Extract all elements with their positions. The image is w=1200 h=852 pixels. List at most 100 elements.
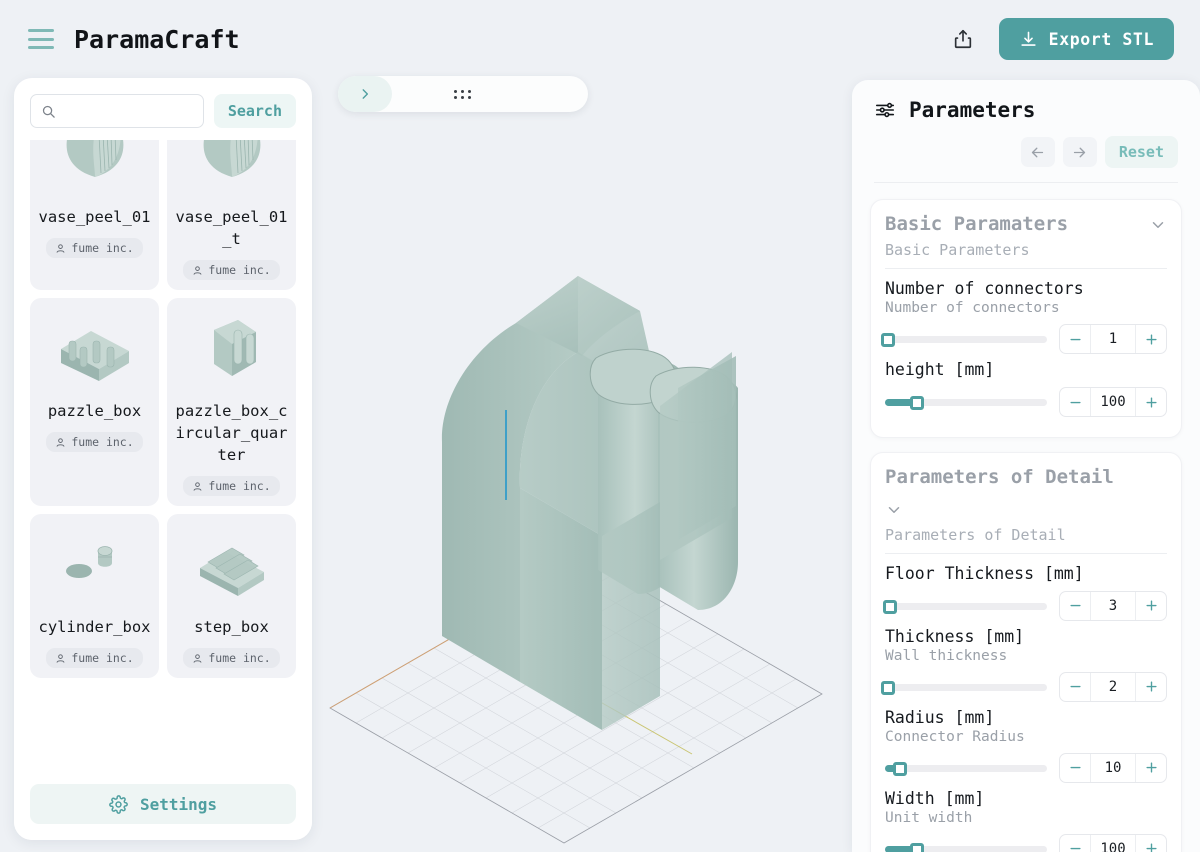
- parameter-value[interactable]: 100: [1090, 835, 1136, 852]
- increment-button[interactable]: [1136, 325, 1166, 353]
- increment-button[interactable]: [1136, 592, 1166, 620]
- model-name: pazzle_box_circular_quarter: [173, 400, 290, 466]
- model-card-grid[interactable]: vase_peel_01 fume inc. vase_peel_01_t fu…: [14, 140, 312, 774]
- parameter-stepper[interactable]: 2: [1059, 672, 1167, 702]
- model-thumbnail: [36, 522, 153, 608]
- parameter-label: Thickness [mm]: [885, 627, 1167, 646]
- arrow-left-icon[interactable]: [1021, 137, 1055, 167]
- model-card[interactable]: pazzle_box_circular_quarter fume inc.: [167, 298, 296, 506]
- arrow-right-icon[interactable]: [1063, 137, 1097, 167]
- parameter-item: Radius [mm] Connector Radius 10: [885, 708, 1167, 783]
- increment-button[interactable]: [1136, 673, 1166, 701]
- model-thumbnail: [36, 140, 153, 198]
- export-stl-button[interactable]: Export STL: [999, 18, 1174, 60]
- drag-dot: [468, 96, 471, 99]
- hamburger-icon[interactable]: [28, 29, 54, 49]
- drag-dot: [468, 90, 471, 93]
- parameter-slider[interactable]: [885, 762, 1047, 774]
- slider-track: [885, 765, 1047, 772]
- model-author: fume inc.: [71, 435, 133, 449]
- parameter-slider[interactable]: [885, 600, 1047, 612]
- parameter-stepper[interactable]: 3: [1059, 591, 1167, 621]
- parameter-slider[interactable]: [885, 396, 1047, 408]
- parameter-group: Parameters of Detail Parameters of Detai…: [870, 452, 1182, 852]
- settings-button[interactable]: Settings: [30, 784, 296, 824]
- viewport-floating-toolbar[interactable]: [338, 76, 588, 112]
- chevron-down-icon[interactable]: [1149, 216, 1167, 238]
- parameter-value[interactable]: 2: [1090, 673, 1136, 701]
- slider-track: [885, 336, 1047, 343]
- model-author-badge: fume inc.: [46, 648, 142, 668]
- parameter-description: Wall thickness: [885, 648, 1167, 664]
- decrement-button[interactable]: [1060, 592, 1090, 620]
- parameter-stepper[interactable]: 10: [1059, 753, 1167, 783]
- parameter-value[interactable]: 10: [1090, 754, 1136, 782]
- sliders-icon: [874, 99, 896, 121]
- viewport-canvas[interactable]: [320, 70, 845, 852]
- model-name: step_box: [194, 616, 269, 638]
- export-stl-label: Export STL: [1049, 30, 1154, 49]
- model-card[interactable]: vase_peel_01_t fume inc.: [167, 140, 296, 290]
- model-thumbnail: [173, 522, 290, 608]
- model-library-panel: Search vase_peel_01 fume inc. vase_peel_…: [14, 78, 312, 840]
- parameter-stepper[interactable]: 1: [1059, 324, 1167, 354]
- parameters-title: Parameters: [909, 98, 1035, 122]
- decrement-button[interactable]: [1060, 754, 1090, 782]
- slider-knob[interactable]: [910, 843, 924, 852]
- chevron-down-icon[interactable]: [885, 501, 903, 523]
- hamburger-bar: [28, 38, 54, 41]
- settings-label: Settings: [140, 795, 217, 814]
- decrement-button[interactable]: [1060, 325, 1090, 353]
- model-viewport[interactable]: [320, 70, 845, 852]
- model-card[interactable]: vase_peel_01 fume inc.: [30, 140, 159, 290]
- search-button[interactable]: Search: [214, 94, 296, 128]
- parameter-value[interactable]: 100: [1090, 388, 1136, 416]
- parameters-panel: Parameters Reset Basic Paramaters Basic …: [852, 80, 1200, 852]
- page-title: ParamaCraft: [74, 25, 240, 54]
- parameter-slider[interactable]: [885, 843, 1047, 852]
- parameter-stepper[interactable]: 100: [1059, 387, 1167, 417]
- parameter-stepper[interactable]: 100: [1059, 834, 1167, 852]
- model-name: vase_peel_01_t: [173, 206, 290, 250]
- chevron-right-icon[interactable]: [338, 76, 392, 112]
- drag-dot: [461, 90, 464, 93]
- parameter-slider[interactable]: [885, 333, 1047, 345]
- slider-knob[interactable]: [881, 681, 895, 695]
- slider-knob[interactable]: [881, 333, 895, 347]
- decrement-button[interactable]: [1060, 388, 1090, 416]
- parameter-group-title: Basic Paramaters: [885, 213, 1068, 237]
- parameter-value[interactable]: 1: [1090, 325, 1136, 353]
- parameter-group-header[interactable]: Basic Paramaters: [885, 213, 1167, 238]
- slider-knob[interactable]: [883, 600, 897, 614]
- increment-button[interactable]: [1136, 754, 1166, 782]
- search-input[interactable]: [64, 104, 193, 119]
- search-field[interactable]: [30, 94, 204, 128]
- slider-knob[interactable]: [910, 396, 924, 410]
- slider-knob[interactable]: [893, 762, 907, 776]
- model-card[interactable]: cylinder_box fume inc.: [30, 514, 159, 678]
- increment-button[interactable]: [1136, 835, 1166, 852]
- model-card[interactable]: step_box fume inc.: [167, 514, 296, 678]
- parameters-scroll-area[interactable]: Basic Paramaters Basic Parameters Number…: [852, 183, 1200, 852]
- decrement-button[interactable]: [1060, 835, 1090, 852]
- model-author: fume inc.: [208, 479, 270, 493]
- share-icon[interactable]: [945, 21, 981, 57]
- parameter-slider[interactable]: [885, 681, 1047, 693]
- download-icon: [1019, 30, 1038, 49]
- reset-button[interactable]: Reset: [1105, 136, 1178, 168]
- parameter-group-header[interactable]: Parameters of Detail: [885, 466, 1167, 523]
- parameters-title-row: Parameters: [874, 98, 1178, 122]
- search-row: Search: [14, 78, 312, 136]
- model-card[interactable]: pazzle_box fume inc.: [30, 298, 159, 506]
- drag-dot: [461, 96, 464, 99]
- drag-dots-icon[interactable]: [454, 90, 472, 99]
- decrement-button[interactable]: [1060, 673, 1090, 701]
- parameter-value[interactable]: 3: [1090, 592, 1136, 620]
- model-3d-object[interactable]: [442, 276, 738, 730]
- model-author-badge: fume inc.: [46, 432, 142, 452]
- model-author: fume inc.: [71, 651, 133, 665]
- model-author-badge: fume inc.: [183, 648, 279, 668]
- parameter-item: Floor Thickness [mm] 3: [885, 564, 1167, 621]
- increment-button[interactable]: [1136, 388, 1166, 416]
- model-author: fume inc.: [208, 263, 270, 277]
